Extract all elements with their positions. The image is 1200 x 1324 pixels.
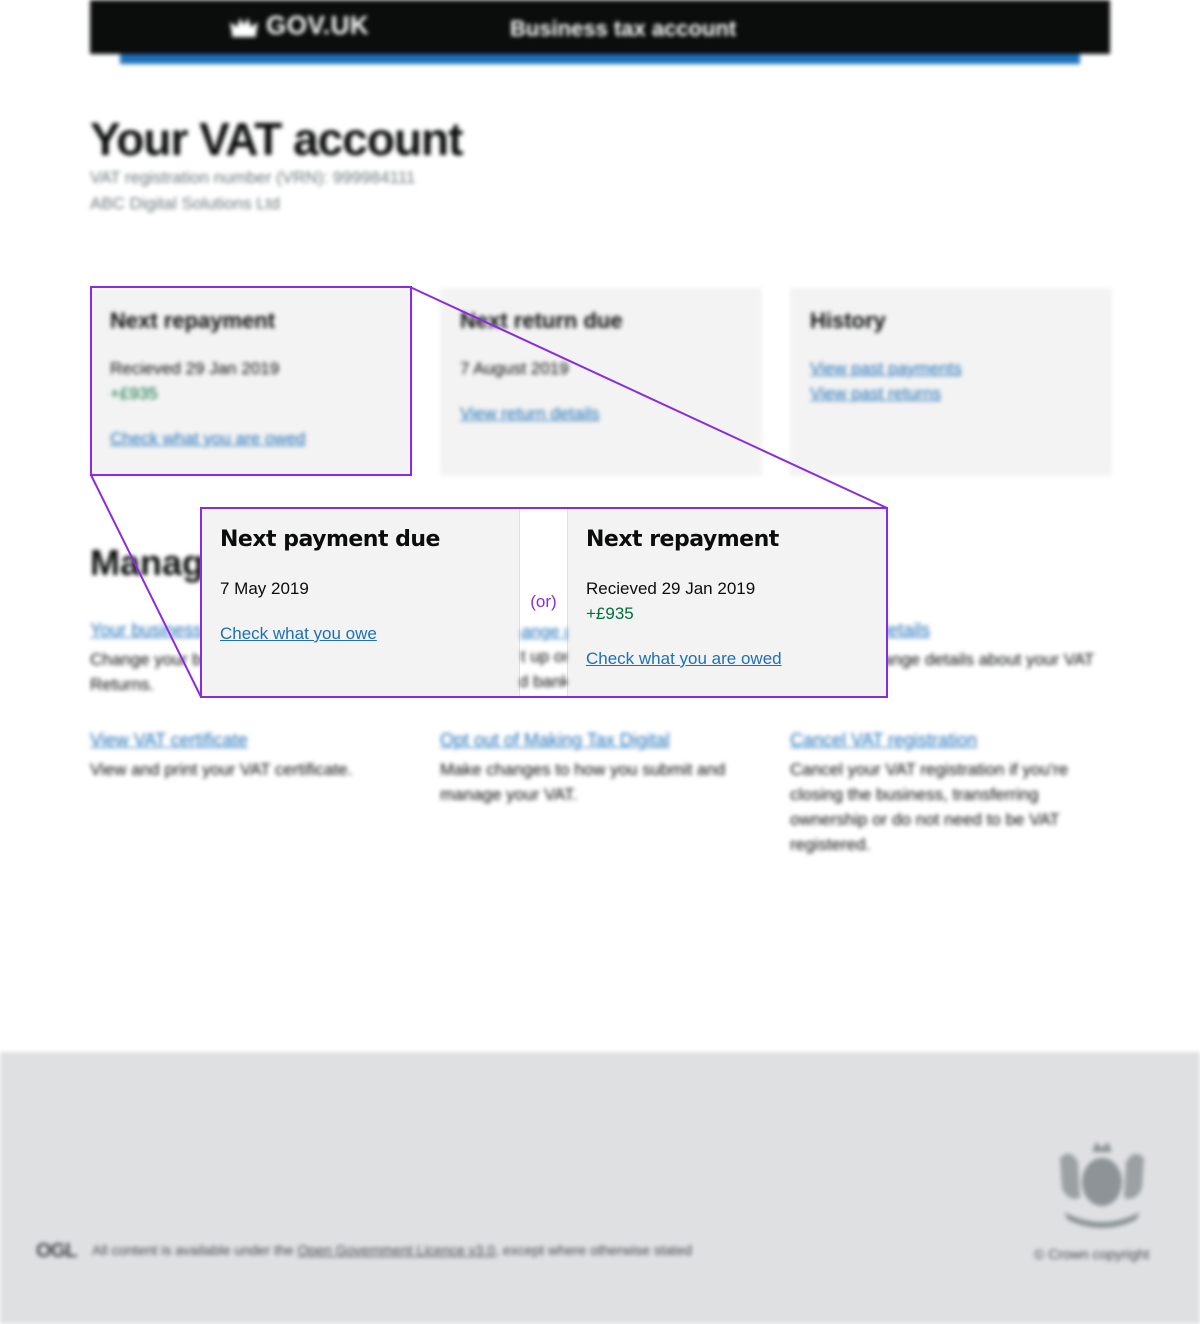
callout-repayment-date: Recieved 29 Jan 2019	[586, 579, 756, 598]
govuk-header: GOV.UK Business tax account	[90, 0, 1110, 54]
peek-desc: Set up or change direct debit	[520, 647, 567, 666]
highlight-box	[90, 286, 412, 476]
check-what-you-are-owed-link[interactable]: Check what you are owed	[586, 646, 868, 671]
manage-item: Cancel VAT registration Cancel your VAT …	[790, 728, 1110, 857]
licence-suffix: , except where otherwise stated	[495, 1242, 693, 1258]
manage-item: View VAT certificate View and print your…	[90, 728, 410, 782]
licence-link[interactable]: Open Government Licence v3.0	[297, 1242, 495, 1258]
peek-desc: and bank account for	[520, 672, 567, 691]
callout-repayment-amount: +£935	[586, 604, 634, 623]
crown-icon	[228, 14, 260, 38]
licence-prefix: All content is available under the	[92, 1242, 298, 1258]
govuk-logo[interactable]: GOV.UK	[228, 10, 369, 41]
manage-desc: Cancel your VAT registration if you're c…	[790, 760, 1069, 854]
card-title: Next return due	[460, 308, 623, 333]
manage-item: Opt out of Making Tax Digital Make chang…	[440, 728, 760, 807]
peek-link: Change payment details	[520, 622, 567, 641]
view-past-returns-link[interactable]: View past returns	[810, 381, 1092, 406]
callout-repayment-title: Next repayment	[586, 527, 779, 552]
card-next-return: Next return due 7 August 2019 View retur…	[440, 288, 762, 476]
business-name: ABC Digital Solutions Ltd	[90, 194, 280, 213]
callout-payment-title: Next payment due	[220, 527, 440, 552]
page-title: Your VAT account	[90, 113, 463, 165]
callout-separator: (or) Change payment details Set up or ch…	[519, 509, 568, 696]
logo-text: GOV.UK	[266, 10, 370, 40]
check-what-you-owe-link[interactable]: Check what you owe	[220, 621, 501, 646]
crown-copyright[interactable]: © Crown copyright	[1034, 1246, 1149, 1262]
licence-text: All content is available under the Open …	[92, 1242, 692, 1258]
card-history: History View past payments View past ret…	[790, 288, 1112, 476]
card-title: History	[810, 308, 886, 333]
manage-link[interactable]: View VAT certificate	[90, 728, 410, 753]
manage-link[interactable]: Cancel VAT registration	[790, 728, 1110, 753]
ogl-logo: OGL	[36, 1240, 77, 1262]
callout-payment-date: 7 May 2019	[220, 579, 309, 598]
background-peek: Change payment details Set up or change …	[520, 619, 567, 694]
header-accent-bar	[120, 54, 1080, 64]
callout-next-repayment-card: Next repayment Recieved 29 Jan 2019 +£93…	[568, 509, 886, 696]
manage-desc: View and print your VAT certificate.	[90, 760, 353, 779]
vrn-text: VAT registration number (VRN): 999984111	[90, 168, 416, 187]
callout-next-payment-card: Next payment due 7 May 2019 Check what y…	[202, 509, 519, 696]
view-return-link[interactable]: View return details	[460, 401, 742, 426]
service-name[interactable]: Business tax account	[510, 16, 736, 42]
manage-link[interactable]: Opt out of Making Tax Digital	[440, 728, 760, 753]
view-past-payments-link[interactable]: View past payments	[810, 356, 1092, 381]
or-separator-label: (or)	[530, 592, 557, 611]
return-date: 7 August 2019	[460, 359, 569, 378]
manage-desc: Make changes to how you submit and manag…	[440, 760, 726, 804]
royal-coat-of-arms-icon	[1040, 1128, 1164, 1232]
callout-panel: Next payment due 7 May 2019 Check what y…	[200, 507, 888, 698]
footer	[0, 1052, 1200, 1324]
